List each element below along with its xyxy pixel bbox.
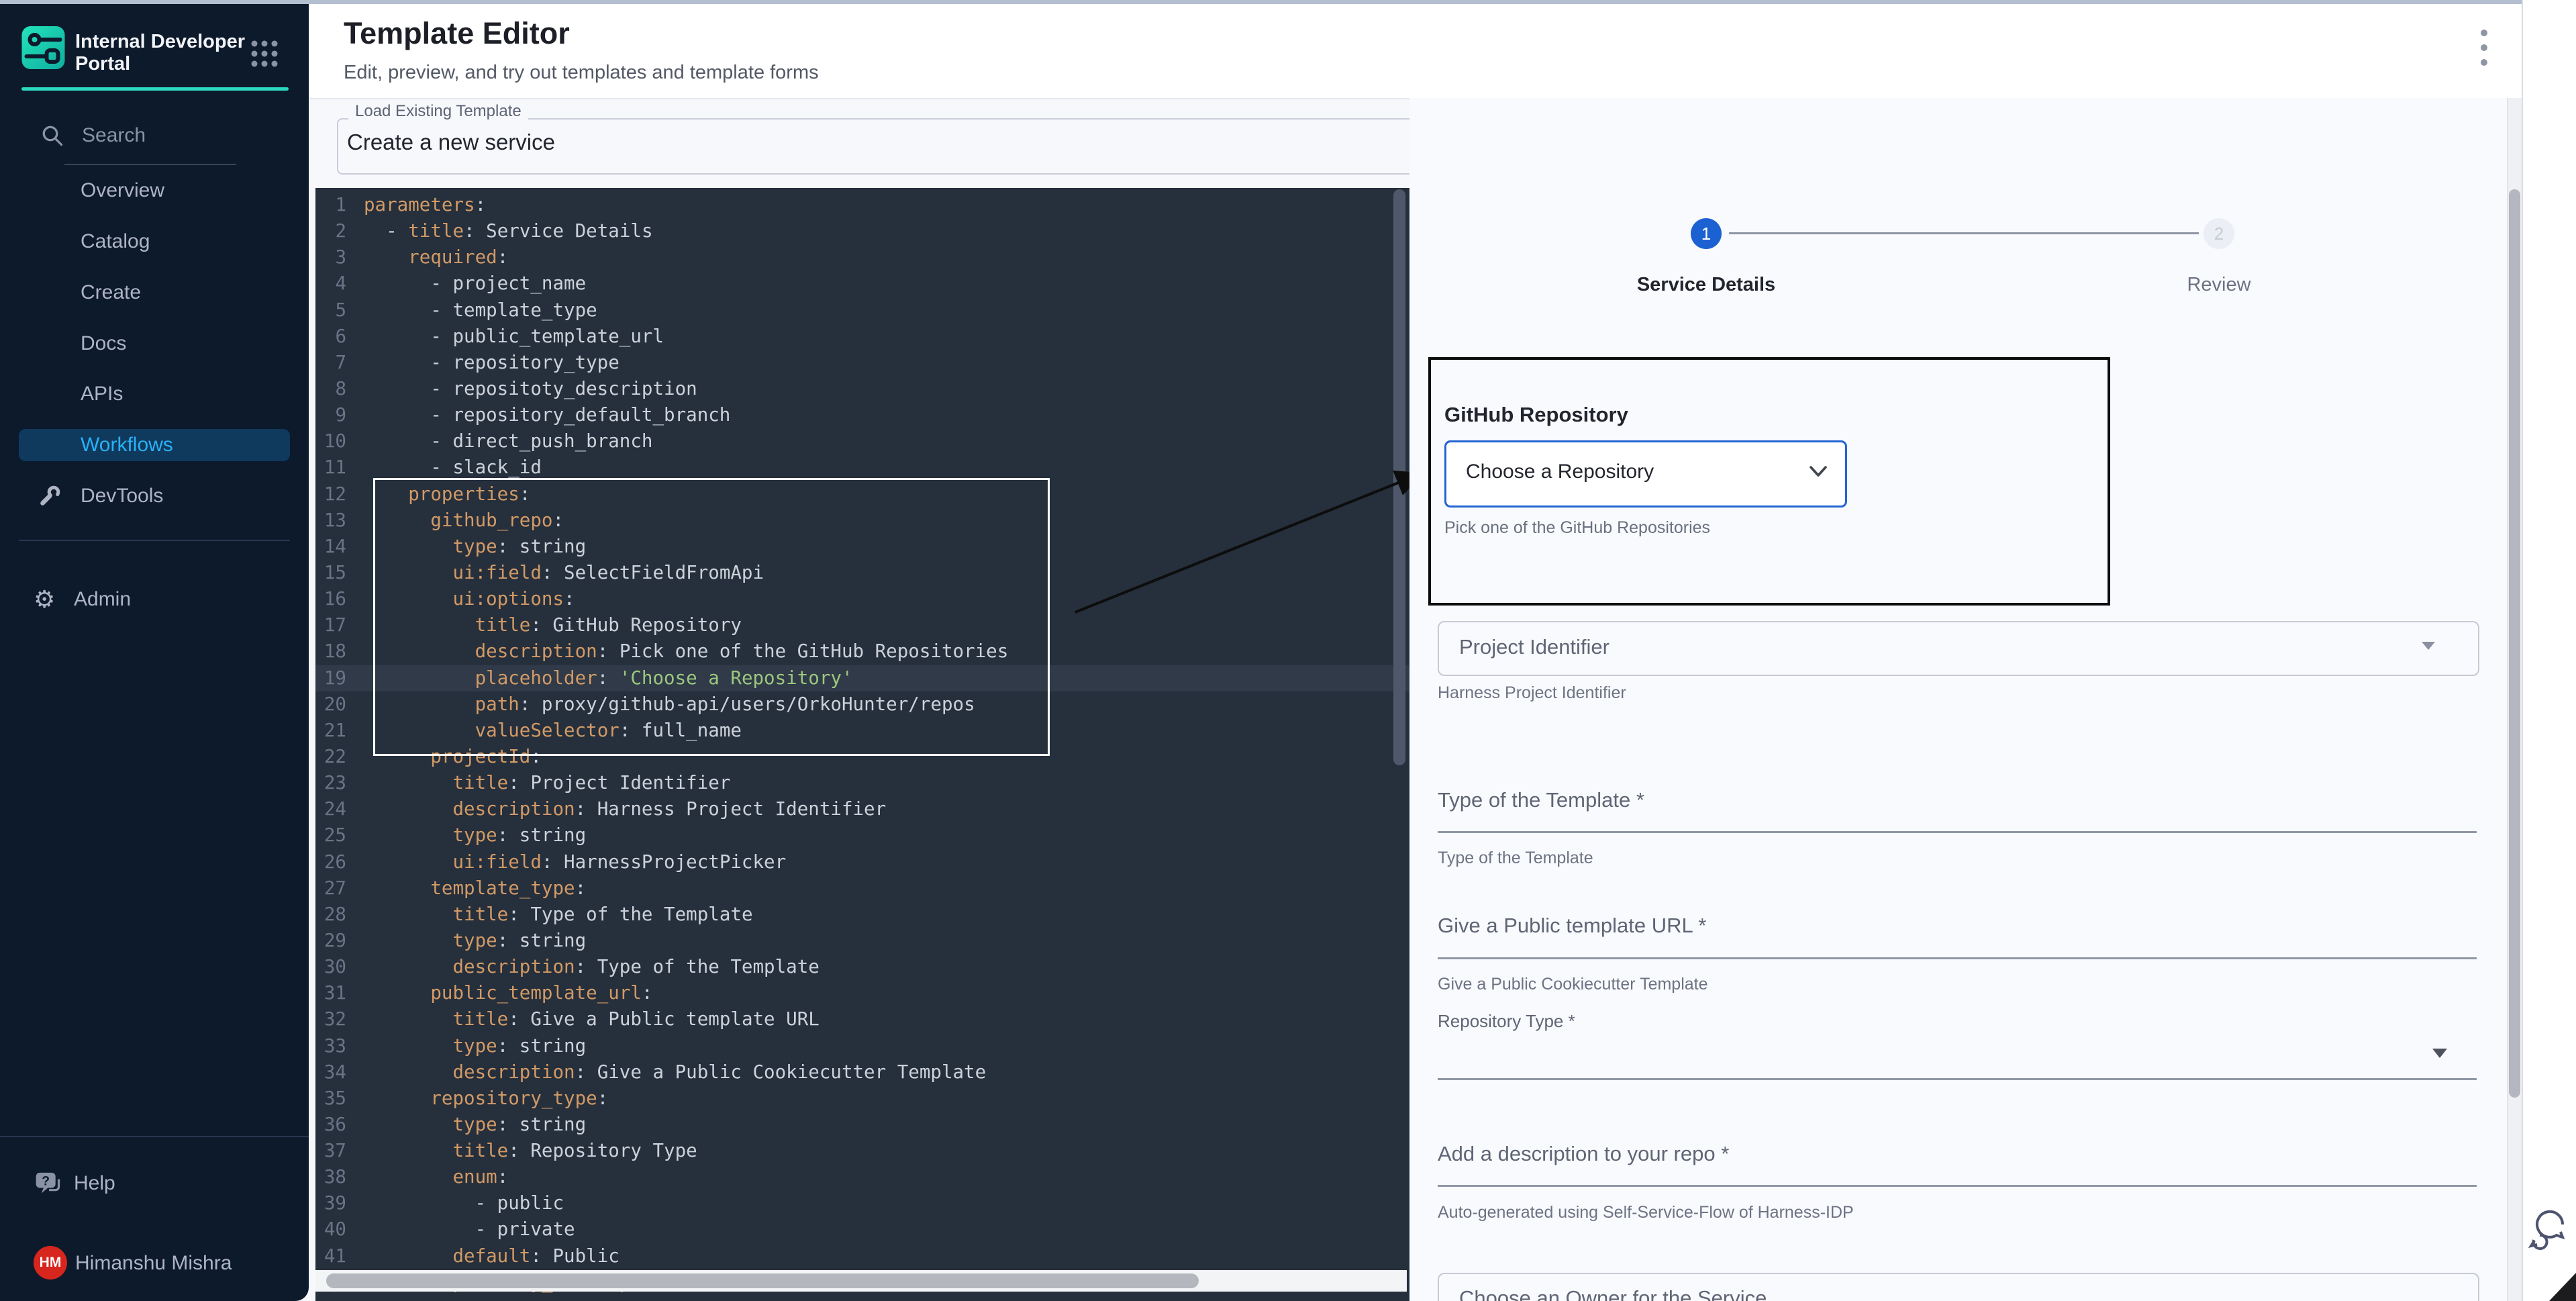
sidebar-search[interactable]: Search [40, 119, 282, 152]
owner-placeholder: Choose an Owner for the Service [1459, 1286, 1767, 1301]
sidebar: Internal Developer Portal Search Overvie… [0, 4, 309, 1301]
page-scrollbar-thumb[interactable] [2509, 189, 2520, 1098]
github-repository-value: Choose a Repository [1466, 461, 1654, 483]
sidebar-item-create[interactable]: Create [0, 277, 309, 309]
stepper-step-2[interactable]: 2 [2203, 218, 2234, 249]
admin-label: Admin [74, 583, 131, 616]
project-identifier-caret-icon[interactable] [2422, 642, 2435, 650]
right-gutter [2522, 0, 2576, 1301]
annotation-code-highlight-box [373, 478, 1050, 756]
wrench-icon [38, 484, 62, 508]
gear-icon: ⚙ [34, 583, 55, 616]
project-identifier-helper: Harness Project Identifier [1438, 683, 1626, 703]
public-template-url-label: Give a Public template URL * [1438, 914, 1706, 938]
stepper-label-service-details: Service Details [1612, 274, 1800, 296]
load-template-label: Load Existing Template [348, 102, 528, 121]
app-root: Internal Developer Portal Search Overvie… [0, 0, 2576, 1301]
repo-description-helper: Auto-generated using Self-Service-Flow o… [1438, 1203, 1854, 1222]
sidebar-footer-divider [0, 1136, 309, 1137]
editor-horizontal-scroll-thumb[interactable] [326, 1273, 1199, 1288]
search-placeholder: Search [82, 119, 146, 152]
annotation-arrow [1047, 443, 1450, 644]
sidebar-divider [19, 540, 290, 541]
svg-text:?: ? [42, 1173, 50, 1188]
sidebar-item-admin[interactable]: ⚙ Admin [0, 583, 309, 616]
page-header [309, 4, 2522, 99]
support-chat-icon[interactable] [2526, 1206, 2568, 1254]
sidebar-accent-divider [21, 87, 289, 91]
repository-type-caret-icon[interactable] [2432, 1049, 2447, 1058]
sidebar-item-apis[interactable]: APIs [0, 378, 309, 410]
sidebar-item-devtools[interactable]: DevTools [0, 480, 309, 512]
page-title: Template Editor [344, 16, 570, 51]
app-grid-icon[interactable] [250, 39, 280, 69]
stepper-connector [1729, 232, 2199, 234]
public-template-url-helper: Give a Public Cookiecutter Template [1438, 975, 1708, 994]
stepper-label-review: Review [2125, 274, 2313, 296]
project-identifier-placeholder: Project Identifier [1459, 635, 1609, 659]
search-icon [40, 124, 64, 148]
stepper-step-1[interactable]: 1 [1691, 218, 1722, 249]
repo-description-label: Add a description to your repo * [1438, 1142, 1729, 1166]
sidebar-item-catalog[interactable]: Catalog [0, 226, 309, 258]
user-name: Himanshu Mishra [75, 1246, 232, 1281]
repository-type-label: Repository Type * [1438, 1011, 1575, 1032]
github-repository-label: GitHub Repository [1444, 403, 1628, 427]
user-menu[interactable]: HM Himanshu Mishra [34, 1246, 289, 1281]
chevron-down-icon[interactable] [1807, 463, 1830, 479]
page-subtitle: Edit, preview, and try out templates and… [344, 62, 819, 84]
portal-title: Internal Developer Portal [75, 31, 277, 75]
corner-launcher[interactable] [2549, 1273, 2576, 1301]
template-type-input[interactable] [1438, 831, 2477, 833]
template-type-label: Type of the Template * [1438, 788, 1644, 812]
sidebar-item-workflows[interactable]: Workflows [19, 429, 290, 461]
sidebar-item-help[interactable]: ? Help [0, 1167, 309, 1200]
sidebar-item-docs[interactable]: Docs [0, 328, 309, 360]
public-template-url-input[interactable] [1438, 957, 2477, 959]
search-underline [64, 164, 236, 165]
avatar: HM [34, 1246, 67, 1280]
template-type-helper: Type of the Template [1438, 849, 1593, 868]
idp-logo-icon[interactable] [21, 26, 65, 69]
help-chat-icon: ? [35, 1170, 63, 1197]
load-template-value: Create a new service [347, 130, 555, 155]
repository-type-select[interactable] [1438, 1078, 2477, 1080]
repo-description-input[interactable] [1438, 1185, 2477, 1187]
sidebar-item-overview[interactable]: Overview [0, 175, 309, 207]
github-repository-helper: Pick one of the GitHub Repositories [1444, 518, 1710, 538]
kebab-menu-icon[interactable] [2474, 30, 2494, 70]
help-label: Help [74, 1167, 115, 1200]
